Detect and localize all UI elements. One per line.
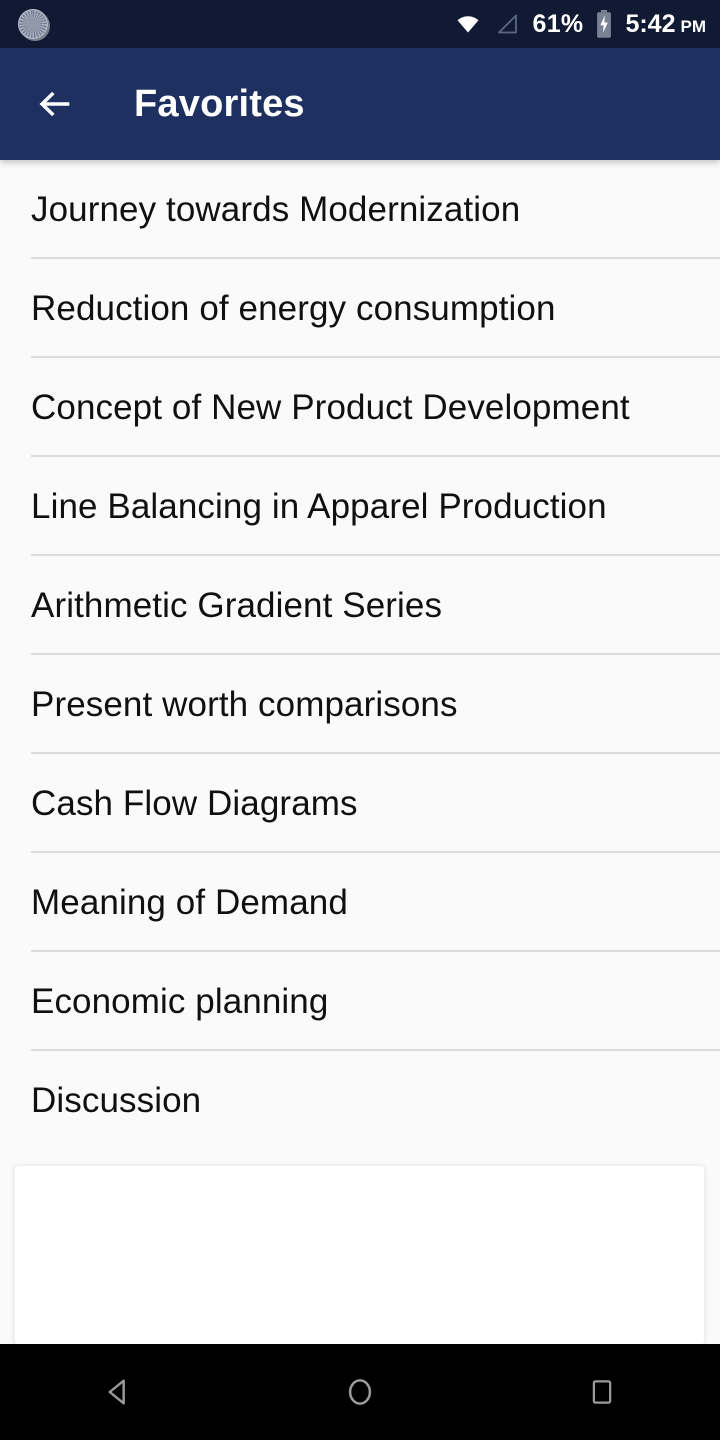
list-item-label: Cash Flow Diagrams bbox=[31, 783, 358, 823]
status-bar: 61% 5:42 PM bbox=[0, 0, 720, 48]
status-bar-clock: 5:42 PM bbox=[625, 9, 707, 38]
page-title: Favorites bbox=[134, 82, 305, 125]
list-item[interactable]: Discussion bbox=[0, 1051, 720, 1150]
cellular-signal-no-bars-icon bbox=[495, 12, 521, 36]
list-item-label: Meaning of Demand bbox=[31, 882, 348, 922]
list-item[interactable]: Journey towards Modernization bbox=[0, 160, 720, 259]
list-item[interactable]: Reduction of energy consumption bbox=[0, 259, 720, 358]
phone-screen: 61% 5:42 PM Favorites Journey towards Mo… bbox=[0, 0, 720, 1440]
status-bar-right: 61% 5:42 PM bbox=[453, 10, 706, 38]
list-item-label: Reduction of energy consumption bbox=[31, 288, 556, 328]
app-bar: Favorites bbox=[0, 48, 720, 160]
sync-spinner-icon bbox=[18, 9, 48, 39]
list-item-label: Journey towards Modernization bbox=[31, 189, 521, 229]
arrow-left-icon bbox=[36, 84, 76, 124]
list-item[interactable]: Arithmetic Gradient Series bbox=[0, 556, 720, 655]
list-item[interactable]: Meaning of Demand bbox=[0, 853, 720, 952]
back-button[interactable] bbox=[28, 76, 84, 132]
favorites-list[interactable]: Journey towards Modernization Reduction … bbox=[0, 160, 720, 1165]
clock-ampm: PM bbox=[680, 16, 707, 36]
nav-recents-button[interactable] bbox=[566, 1356, 638, 1428]
battery-charging-icon bbox=[595, 10, 613, 38]
list-item-label: Arithmetic Gradient Series bbox=[31, 585, 443, 625]
clock-time: 5:42 bbox=[625, 9, 676, 38]
android-navigation-bar bbox=[0, 1344, 720, 1440]
list-item[interactable]: Line Balancing in Apparel Production bbox=[0, 457, 720, 556]
nav-home-button[interactable] bbox=[324, 1356, 396, 1428]
status-bar-left bbox=[18, 9, 453, 39]
list-item-label: Present worth comparisons bbox=[31, 684, 458, 724]
list-item[interactable]: Cash Flow Diagrams bbox=[0, 754, 720, 853]
list-item[interactable]: Economic planning bbox=[0, 952, 720, 1051]
list-item-label: Concept of New Product Development bbox=[31, 387, 630, 427]
wifi-icon bbox=[453, 12, 483, 36]
list-item-label: Economic planning bbox=[31, 981, 329, 1021]
triangle-back-icon bbox=[101, 1375, 135, 1409]
content-card[interactable] bbox=[14, 1165, 705, 1345]
list-item-label: Line Balancing in Apparel Production bbox=[31, 486, 607, 526]
circle-home-icon bbox=[343, 1375, 377, 1409]
list-item-label: Discussion bbox=[31, 1080, 202, 1120]
nav-back-button[interactable] bbox=[82, 1356, 154, 1428]
battery-percent-label: 61% bbox=[532, 9, 584, 38]
list-item[interactable]: Concept of New Product Development bbox=[0, 358, 720, 457]
square-recents-icon bbox=[587, 1377, 617, 1407]
list-item[interactable]: Present worth comparisons bbox=[0, 655, 720, 754]
